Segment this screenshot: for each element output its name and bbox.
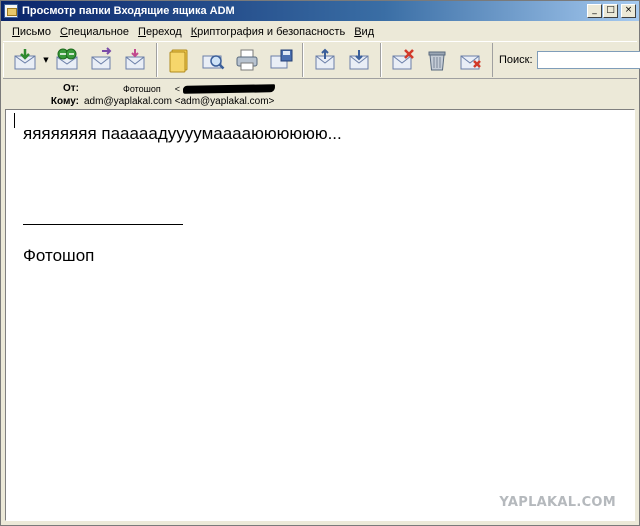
forward-icon [91,47,112,70]
window-controls: _ □ × [587,4,636,18]
save-button[interactable] [266,45,296,75]
toolbar: ▼ Поиск: [3,41,640,79]
trash-button[interactable] [422,45,452,75]
redacted-email [182,83,276,94]
mail-window: Просмотр папки Входящие ящика ADM _ □ × … [0,0,640,526]
menu-crypto[interactable]: Криптография и безопасность [191,26,345,38]
to-label: Кому: [50,96,79,107]
from-email-prefix: < [174,83,181,94]
message-header: От: Фотошоп < Кому: adm@yaplakal.com <ad… [3,81,637,109]
menu-view[interactable]: Вид [354,26,374,38]
previous-message-button[interactable] [310,45,340,75]
mark-junk-icon [460,55,481,70]
toolbar-group-mail: ▼ [3,43,157,77]
toolbar-group-delete [381,43,493,77]
from-value[interactable]: Фотошоп < [123,83,276,94]
new-message-button[interactable] [120,45,150,75]
from-name: Фотошоп [123,83,161,94]
reply-icon [56,48,78,70]
previous-message-icon [315,48,335,70]
toolbar-group-tools [157,43,303,77]
address-book-button[interactable] [164,45,194,75]
toolbar-group-navigation [303,43,381,77]
menu-special[interactable]: Специальное [60,26,129,38]
next-message-button[interactable] [344,45,374,75]
next-message-icon [349,50,369,70]
find-message-button[interactable] [198,45,228,75]
forward-button[interactable] [86,45,116,75]
menu-message[interactable]: Письмо [12,26,51,38]
reply-button[interactable] [52,45,82,75]
maximize-button[interactable]: □ [603,4,618,18]
message-body[interactable]: яяяяяяяя пааааадуууумааааюююююю... Фотош… [5,109,635,521]
minimize-button[interactable]: _ [587,4,602,18]
print-icon [236,49,258,71]
message-text: яяяяяяяя пааааадуууумааааюююююю... [23,124,342,143]
new-message-icon [125,49,145,70]
get-mail-icon [14,49,36,70]
to-row: Кому: adm@yaplakal.com <adm@yaplakal.com… [3,95,637,108]
delete-icon [392,49,414,70]
save-icon [270,49,293,69]
title-bar[interactable]: Просмотр папки Входящие ящика ADM _ □ × [1,1,639,21]
signature-text: Фотошоп [23,246,95,265]
find-message-icon [202,55,225,70]
text-caret [14,113,15,128]
print-button[interactable] [232,45,262,75]
search-label: Поиск: [499,54,533,66]
to-value[interactable]: adm@yaplakal.com <adm@yaplakal.com> [84,96,274,107]
watermark: YAPLAKAL.COM [499,495,616,510]
get-mail-button[interactable] [10,45,40,75]
signature-separator [23,224,183,225]
from-row: От: Фотошоп < [3,82,637,95]
close-button[interactable]: × [621,4,636,18]
delete-button[interactable] [388,45,418,75]
folder-app-icon [4,4,18,18]
menu-bar: Письмо Специальное Переход Криптография … [3,22,637,41]
window-title: Просмотр папки Входящие ящика ADM [22,5,235,17]
search-area: Поиск: [493,51,640,69]
address-book-icon [169,49,188,73]
menu-go[interactable]: Переход [138,26,182,38]
get-mail-dropdown-arrow[interactable]: ▼ [42,45,50,75]
mark-junk-button[interactable] [456,45,486,75]
search-input[interactable] [536,51,640,69]
from-label: От: [62,83,79,94]
trash-icon [428,51,446,71]
